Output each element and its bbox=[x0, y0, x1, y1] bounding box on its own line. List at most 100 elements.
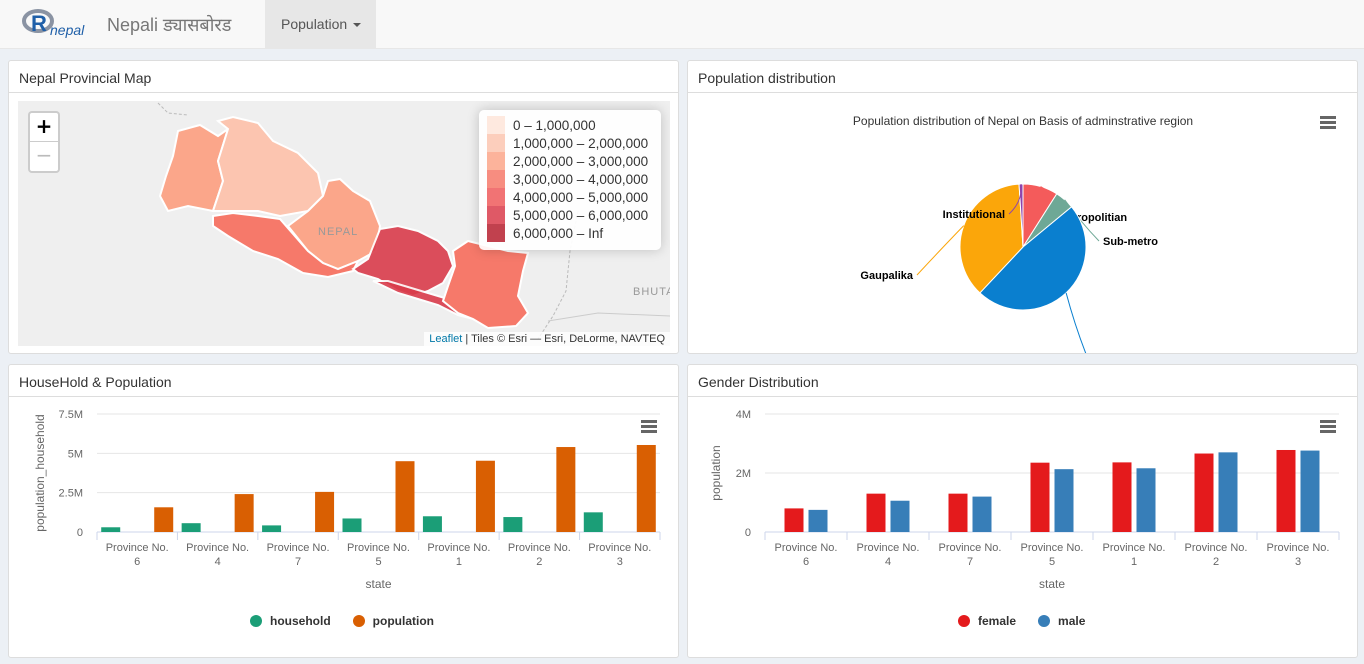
bar-population[interactable] bbox=[154, 507, 174, 532]
bar-household[interactable] bbox=[503, 517, 523, 532]
brand-title[interactable]: Nepali ड्यासबोरड bbox=[107, 13, 231, 37]
bar-male[interactable] bbox=[972, 496, 992, 532]
legend-item-male[interactable]: male bbox=[1038, 614, 1085, 628]
pie-label: Institutional bbox=[943, 209, 1005, 221]
x-tick-label: Province No. bbox=[347, 542, 410, 554]
zoom-out-button[interactable]: − bbox=[30, 142, 58, 171]
legend-label: 5,000,000 – 6,000,000 bbox=[513, 207, 649, 223]
bar-household[interactable] bbox=[181, 523, 201, 532]
bar-population[interactable] bbox=[636, 444, 656, 532]
province-region bbox=[211, 115, 325, 218]
legend-swatch bbox=[487, 206, 505, 224]
bar-female[interactable] bbox=[1030, 462, 1050, 532]
x-tick-label: 2 bbox=[1213, 556, 1219, 568]
map-panel: Nepal Provincial Map NEPAL BHUTA + − 0 –… bbox=[8, 60, 679, 354]
x-tick-label: 4 bbox=[215, 556, 221, 568]
gender-panel: Gender Distribution 0 2M 4M Province No. 6 Pr… bbox=[687, 364, 1358, 658]
legend-label: 4,000,000 – 5,000,000 bbox=[513, 189, 649, 205]
r-nepal-logo[interactable]: R nepal bbox=[22, 7, 92, 39]
x-tick-label: 7 bbox=[295, 556, 301, 568]
zoom-in-button[interactable]: + bbox=[30, 113, 58, 142]
map-legend-item: 1,000,000 – 2,000,000 bbox=[487, 134, 653, 152]
x-tick-label: 3 bbox=[1295, 556, 1301, 568]
legend-item-female[interactable]: female bbox=[958, 614, 1016, 628]
bar-population[interactable] bbox=[475, 460, 495, 532]
x-tick-label: Province No. bbox=[106, 542, 169, 554]
x-tick-label: 6 bbox=[134, 556, 140, 568]
x-tick-label: 5 bbox=[1049, 556, 1055, 568]
bar-female[interactable] bbox=[866, 493, 886, 532]
x-tick-label: Province No. bbox=[939, 542, 1002, 554]
y-tick-label: 2.5M bbox=[59, 488, 83, 500]
neighbor-label: BHUTA bbox=[633, 286, 670, 298]
household-legend: household population bbox=[250, 614, 456, 628]
legend-swatch bbox=[487, 170, 505, 188]
bar-male[interactable] bbox=[1054, 469, 1074, 532]
bar-household[interactable] bbox=[262, 525, 282, 532]
legend-dot bbox=[958, 615, 970, 627]
bar-population[interactable] bbox=[234, 494, 254, 532]
legend-item-household[interactable]: household bbox=[250, 614, 331, 628]
map-legend-item: 6,000,000 – Inf bbox=[487, 224, 653, 242]
pie-panel-title: Population distribution bbox=[688, 61, 1357, 93]
legend-dot bbox=[352, 615, 365, 627]
legend-label: population bbox=[372, 614, 434, 628]
household-panel-title: HouseHold & Population bbox=[9, 365, 678, 397]
y-tick-label: 2M bbox=[736, 468, 751, 480]
bar-household[interactable] bbox=[342, 518, 362, 532]
province-map[interactable]: NEPAL BHUTA + − 0 – 1,000,000 1,000,000 –… bbox=[18, 101, 670, 346]
x-tick-label: 1 bbox=[1131, 556, 1137, 568]
x-tick-label: Province No. bbox=[1103, 542, 1166, 554]
bar-female[interactable] bbox=[1276, 449, 1296, 532]
bar-population[interactable] bbox=[395, 461, 415, 532]
bar-female[interactable] bbox=[1194, 453, 1214, 532]
bar-male[interactable] bbox=[890, 500, 910, 532]
x-tick-label: 4 bbox=[885, 556, 891, 568]
logo-text: nepal bbox=[50, 22, 85, 38]
x-tick-label: Province No. bbox=[1185, 542, 1248, 554]
x-axis-title: state bbox=[365, 577, 391, 591]
pie-panel: Population distribution Population distr… bbox=[687, 60, 1358, 354]
map-legend-item: 4,000,000 – 5,000,000 bbox=[487, 188, 653, 206]
x-tick-label: Province No. bbox=[427, 542, 490, 554]
population-dropdown[interactable]: Population bbox=[265, 0, 376, 49]
y-tick-label: 5M bbox=[68, 448, 83, 460]
legend-label: 0 – 1,000,000 bbox=[513, 117, 596, 133]
bar-household[interactable] bbox=[422, 516, 442, 532]
navbar: R nepal Nepali ड्यासबोरड Population bbox=[0, 0, 1364, 49]
legend-label: 6,000,000 – Inf bbox=[513, 225, 604, 241]
pie-label: Sub-metro bbox=[1103, 236, 1158, 248]
household-panel: HouseHold & Population 0 2.5M 5M 7.5M Provin… bbox=[8, 364, 679, 658]
map-legend-item: 0 – 1,000,000 bbox=[487, 116, 653, 134]
leaflet-link[interactable]: Leaflet bbox=[429, 333, 462, 345]
legend-label: household bbox=[270, 614, 331, 628]
bar-household[interactable] bbox=[583, 512, 603, 532]
bar-male[interactable] bbox=[1218, 452, 1238, 532]
legend-dot bbox=[1038, 615, 1051, 627]
legend-label: 1,000,000 – 2,000,000 bbox=[513, 135, 649, 151]
pie-chart-title: Population distribution of Nepal on Basi… bbox=[853, 114, 1193, 128]
map-legend: 0 – 1,000,000 1,000,000 – 2,000,000 2,000,… bbox=[479, 110, 661, 250]
bar-female[interactable] bbox=[948, 493, 968, 532]
legend-item-population[interactable]: population bbox=[352, 614, 434, 628]
bar-male[interactable] bbox=[1136, 468, 1156, 532]
bar-female[interactable] bbox=[784, 508, 804, 532]
x-tick-label: 7 bbox=[967, 556, 973, 568]
tiles-credit: | Tiles © Esri — Esri, DeLorme, NAVTEQ bbox=[462, 333, 665, 345]
pie-connector bbox=[1065, 292, 1087, 353]
y-tick-label: 0 bbox=[77, 527, 83, 539]
bar-household[interactable] bbox=[101, 527, 121, 532]
bar-population[interactable] bbox=[556, 447, 576, 532]
bar-male[interactable] bbox=[1300, 450, 1320, 532]
x-axis-title: state bbox=[1039, 577, 1065, 591]
svg-text:R: R bbox=[31, 11, 47, 36]
border-line bbox=[547, 312, 670, 322]
pie-connector bbox=[916, 225, 965, 276]
border-line bbox=[157, 102, 189, 116]
pie-label: Gaupalika bbox=[860, 270, 913, 282]
bar-male[interactable] bbox=[808, 509, 828, 532]
bar-female[interactable] bbox=[1112, 462, 1132, 532]
legend-swatch bbox=[487, 134, 505, 152]
bar-population[interactable] bbox=[315, 491, 335, 532]
x-tick-label: Province No. bbox=[588, 542, 651, 554]
